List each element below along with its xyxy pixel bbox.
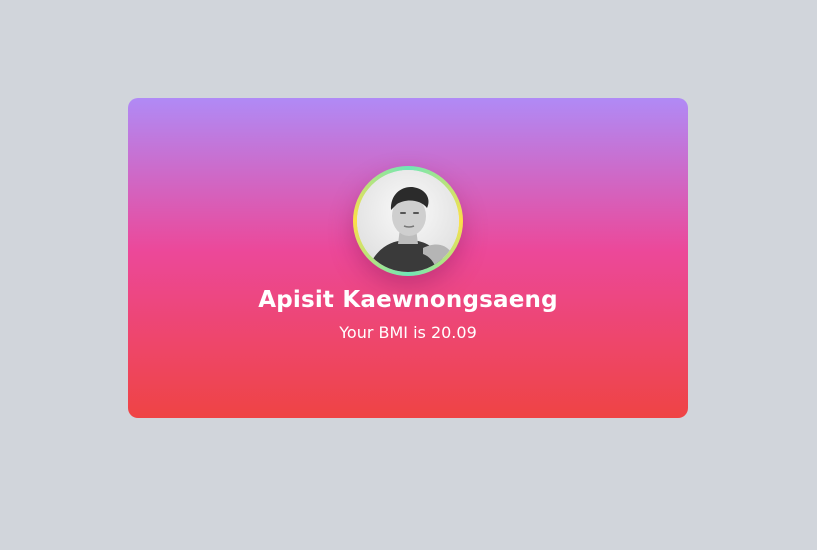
avatar bbox=[353, 166, 463, 276]
profile-name: Apisit Kaewnongsaeng bbox=[258, 287, 558, 313]
profile-card: Apisit Kaewnongsaeng Your BMI is 20.09 bbox=[128, 98, 688, 418]
profile-photo-icon bbox=[357, 170, 459, 272]
avatar-photo bbox=[357, 170, 459, 272]
bmi-result: Your BMI is 20.09 bbox=[339, 323, 477, 342]
